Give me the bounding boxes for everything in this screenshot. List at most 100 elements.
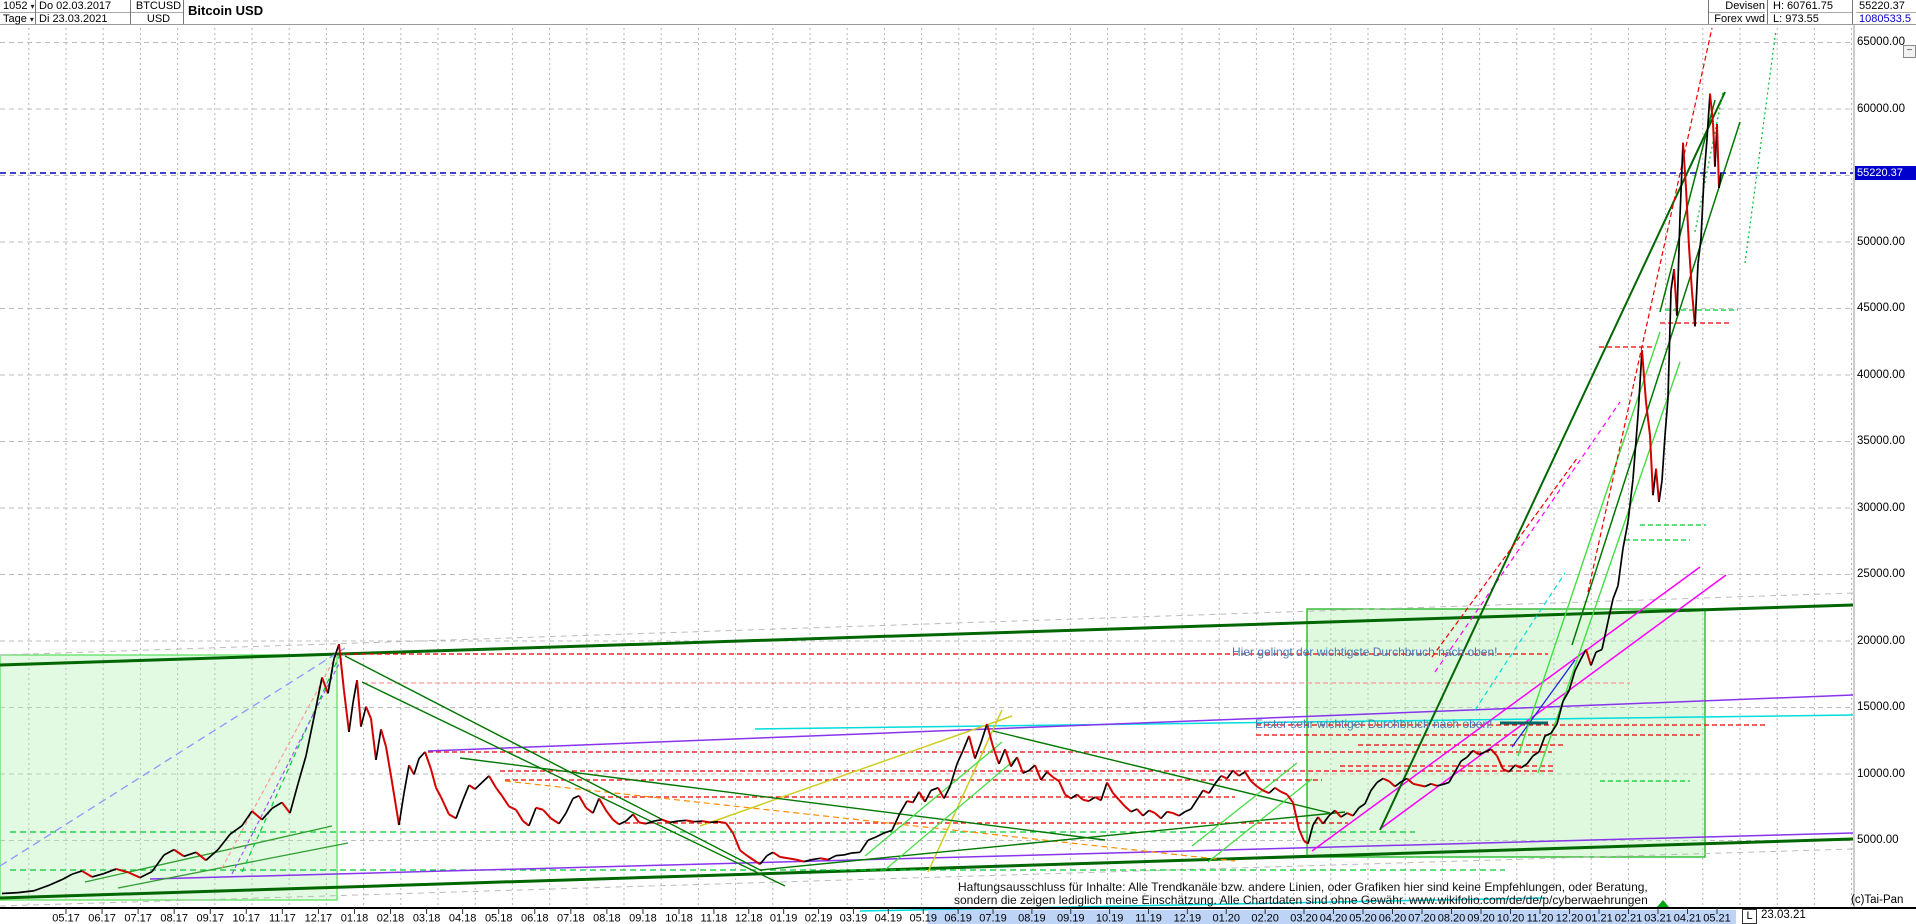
price-axis-label: 40000.00	[1857, 369, 1905, 381]
x-axis-label: 12.20	[1556, 913, 1584, 924]
price-axis-label: 65000.00	[1857, 36, 1905, 48]
period-unit: Tage	[3, 13, 27, 25]
x-axis-label: 12.19	[1174, 913, 1202, 924]
x-axis-label: 02.20	[1251, 913, 1279, 924]
x-axis-label: 03.19	[840, 913, 868, 924]
x-axis-label: 11.17	[269, 913, 296, 924]
x-axis-label: 08.18	[593, 913, 621, 924]
chart-plot-area[interactable]: 05.17 06.17 07.17 08.17 09.17 10.17 11.17 12.17…	[0, 0, 1916, 924]
price-axis-label: 45000.00	[1857, 302, 1905, 314]
copyright-label: (c)Tai-Pan	[1851, 894, 1904, 906]
taipan-chart-window: 1052 ▾ Tage ▾ Do 02.03.2017 Di 23.03.202…	[0, 0, 1916, 924]
x-axis-label: 02.21	[1615, 913, 1643, 924]
x-axis-label: 10.18	[665, 913, 693, 924]
high-value: H: 60761.75	[1770, 0, 1852, 13]
chevron-down-icon: ▾	[30, 2, 35, 11]
price-axis-label: 10000.00	[1857, 768, 1905, 780]
x-axis-label: 01.20	[1212, 913, 1240, 924]
trendline	[1744, 29, 1777, 264]
x-axis-label: 07.18	[557, 913, 585, 924]
instrument-title: Bitcoin USD	[188, 3, 264, 18]
x-axis-label: 07.19	[979, 913, 1007, 924]
x-axis-label: 03.20	[1290, 913, 1318, 924]
x-axis-label: 03.21	[1644, 913, 1672, 924]
annotation-breakout-1: Hier gelingt der wichtigste Durchbruch n…	[1232, 645, 1498, 659]
price-axis-label: 15000.00	[1857, 701, 1905, 713]
x-axis-label: 05.19	[909, 913, 937, 924]
date-to: Di 23.03.2021	[39, 13, 108, 25]
trendline	[885, 756, 1019, 870]
x-axis-label: 01.21	[1585, 913, 1613, 924]
x-axis-label: 05.17	[52, 913, 80, 924]
header-bar: 1052 ▾ Tage ▾ Do 02.03.2017 Di 23.03.202…	[0, 0, 1916, 25]
last-price-tag: 55220.37	[1855, 166, 1916, 180]
header-volume: 1080533.5	[1859, 13, 1911, 25]
period-count-dropdown[interactable]: 1052 ▾	[0, 0, 35, 13]
trendline	[361, 681, 786, 887]
annotation-breakout-2: Erster sehr wichtiger Durchbruch nach ob…	[1255, 717, 1493, 731]
x-axis-label: 06.20	[1379, 913, 1407, 924]
high-low-cell: H: 60761.75 L: 973.55	[1770, 0, 1853, 25]
x-axis-label: 06.18	[521, 913, 549, 924]
source-feed: Forex vwd	[1714, 13, 1765, 25]
price-axis-label: 5000.00	[1857, 834, 1899, 846]
source-cell: Devisen Forex vwd	[1708, 0, 1768, 25]
chevron-down-icon: ▾	[29, 15, 34, 24]
x-axis-label: 10.20	[1497, 913, 1525, 924]
trendline	[459, 757, 1106, 841]
symbol-cell: BTCUSD USD	[131, 0, 184, 25]
x-axis-label: 05.20	[1349, 913, 1377, 924]
trendline	[1571, 121, 1741, 646]
collapse-axis-button[interactable]: −	[1903, 45, 1916, 58]
source-market: Devisen	[1709, 0, 1765, 13]
period-count: 1052	[3, 0, 28, 12]
x-axis-label: 05.18	[485, 913, 513, 924]
x-axis-label: 04.19	[875, 913, 903, 924]
price-axis-label: 20000.00	[1857, 635, 1905, 647]
price-axis-label: 35000.00	[1857, 435, 1905, 447]
price-axis-label: 50000.00	[1857, 236, 1905, 248]
price-axis-label: 25000.00	[1857, 568, 1905, 580]
x-axis-label: 09.19	[1057, 913, 1085, 924]
price-axis-label: 30000.00	[1857, 502, 1905, 514]
disclaimer-line-2: sondern die zeigen lediglich meine Einsc…	[954, 893, 1648, 907]
x-axis-label: 07.20	[1408, 913, 1436, 924]
x-axis-label: 05.21	[1703, 913, 1731, 924]
x-axis-label: 08.19	[1018, 913, 1046, 924]
header-last-price: 55220.37	[1856, 0, 1916, 13]
x-axis-label: 09.20	[1467, 913, 1495, 924]
x-axis-label: 10.19	[1096, 913, 1124, 924]
axis-triangle-marker	[1657, 900, 1669, 907]
last-quote-date: 23.03.21	[1761, 909, 1806, 921]
x-axis-label: 09.18	[629, 913, 657, 924]
last-price-cell: 55220.37 1080533.5	[1856, 0, 1916, 25]
low-value: L: 973.55	[1773, 13, 1819, 25]
symbol: BTCUSD	[131, 0, 183, 13]
x-axis-label: 08.17	[160, 913, 188, 924]
x-axis-label: 06.19	[944, 913, 972, 924]
x-axis-label: 02.18	[377, 913, 405, 924]
period-cell: 1052 ▾ Tage ▾	[0, 0, 36, 25]
x-axis-label: 02.19	[805, 913, 833, 924]
x-axis-label: 06.17	[88, 913, 116, 924]
trendline	[344, 655, 763, 872]
x-axis-label: 09.17	[196, 913, 224, 924]
x-axis-label: 11.18	[701, 913, 728, 924]
x-axis-label: 08.20	[1438, 913, 1466, 924]
date-from: Do 02.03.2017	[36, 0, 130, 13]
x-axis-label: 11.19	[1135, 913, 1162, 924]
x-axis-label: 04.18	[449, 913, 477, 924]
x-axis-label: 07.17	[124, 913, 152, 924]
x-axis-label: 10.17	[233, 913, 261, 924]
x-axis-label: 12.17	[305, 913, 333, 924]
date-range-cell: Do 02.03.2017 Di 23.03.2021	[36, 0, 131, 25]
x-axis-label: 11.20	[1527, 913, 1554, 924]
x-axis-label: 12.18	[735, 913, 763, 924]
period-unit-dropdown[interactable]: Tage ▾	[0, 13, 35, 25]
price-axis-label: 60000.00	[1857, 103, 1905, 115]
x-axis-label: 03.18	[413, 913, 441, 924]
x-axis-label: 04.21	[1674, 913, 1702, 924]
trendline	[992, 730, 1331, 814]
x-axis-label: 04.20	[1320, 913, 1348, 924]
x-axis-label: 01.19	[770, 913, 798, 924]
